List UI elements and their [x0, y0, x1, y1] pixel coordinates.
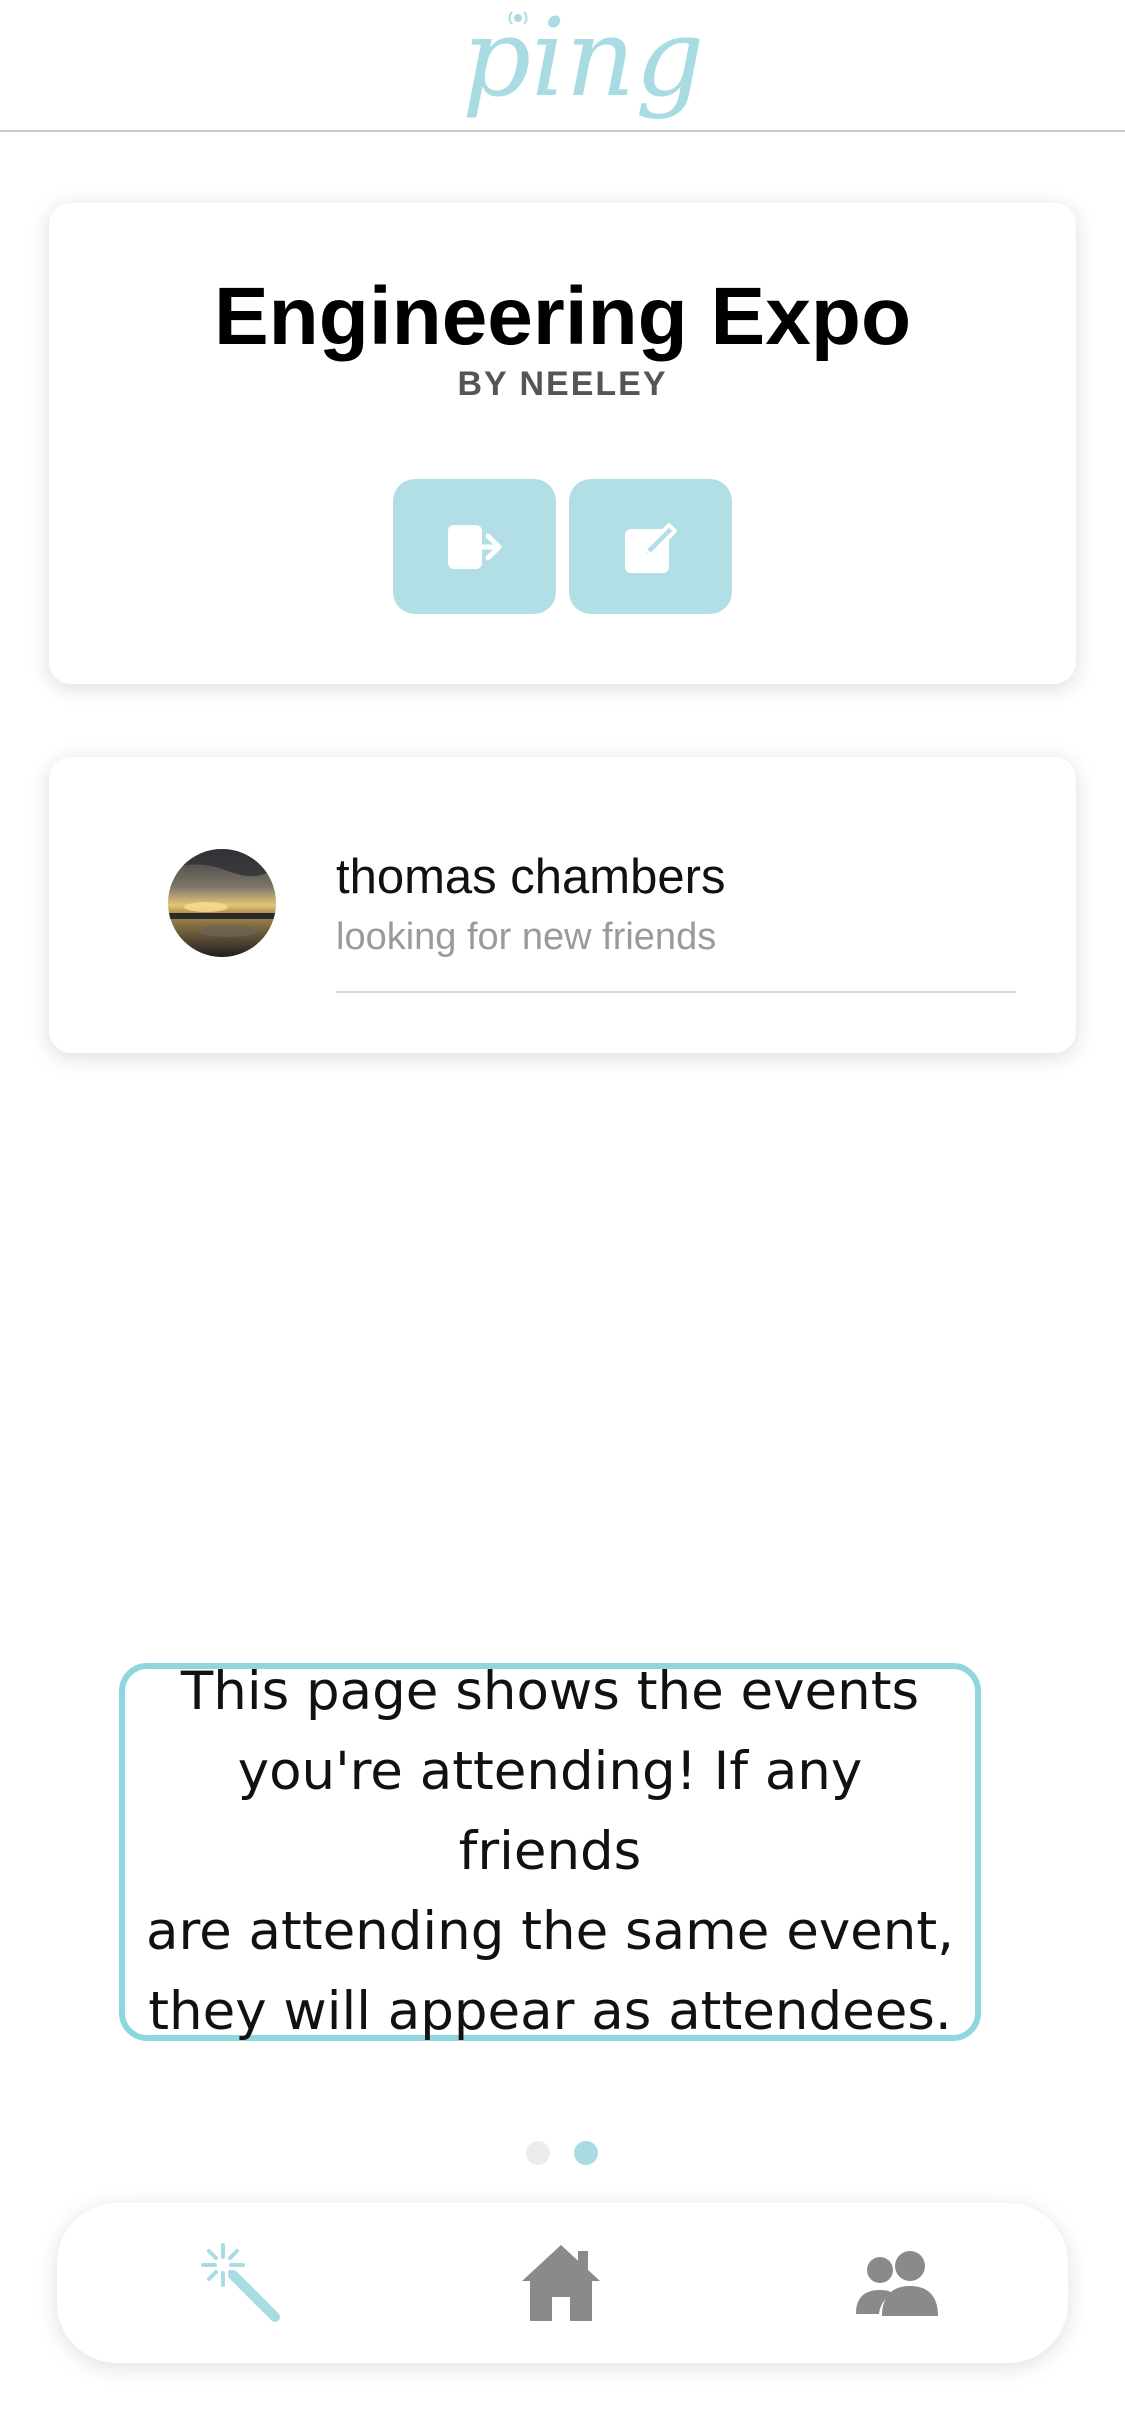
signal-icon [508, 11, 528, 25]
home-icon [522, 2245, 600, 2321]
attendee-status: looking for new friends [336, 916, 717, 958]
onboarding-tooltip: This page shows the events you're attend… [119, 1661, 981, 2042]
attendee-name: thomas chambers [336, 850, 726, 904]
event-title: Engineering Expo [213, 271, 912, 362]
bottom-nav-bar [57, 2203, 1068, 2363]
attendee-avatar [168, 849, 276, 957]
top-header: ping [0, 0, 1125, 132]
magic-wand-icon [201, 2243, 280, 2322]
app-logo: ping [462, 0, 705, 128]
nav-friends-button[interactable] [837, 2233, 957, 2333]
event-card: Engineering Expo BY NEELEY [49, 203, 1076, 684]
nav-magic-button[interactable] [181, 2233, 301, 2333]
leave-event-icon [447, 524, 501, 569]
tooltip-text: This page shows the events you're attend… [145, 1661, 955, 2042]
event-organizer: BY NEELEY [457, 365, 668, 403]
page-dot-2-active[interactable] [574, 2141, 598, 2165]
nav-home-button[interactable] [501, 2233, 621, 2333]
edit-icon [624, 522, 677, 573]
friends-icon [856, 2251, 938, 2316]
page-indicator [526, 2141, 606, 2165]
leave-event-button[interactable] [393, 479, 556, 614]
app-logo-text: ping [462, 0, 705, 121]
attendee-list: thomas chambers looking for new friends [49, 757, 1076, 1053]
sunset-landscape-photo [168, 849, 276, 957]
page-dot-1[interactable] [526, 2141, 550, 2165]
edit-event-button[interactable] [569, 479, 732, 614]
divider [336, 991, 1016, 993]
